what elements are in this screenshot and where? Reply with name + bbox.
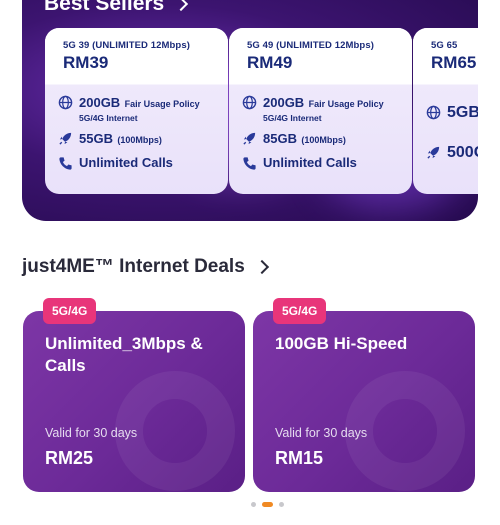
network-label: 5G/4G Internet (79, 113, 138, 123)
deal-title: 100GB Hi-Speed (275, 334, 408, 353)
globe-icon (241, 94, 257, 110)
data-row: 200GB Fair Usage Policy 5G/4G Internet (57, 94, 228, 123)
plan-name: 5G 65 (431, 40, 458, 51)
deal-card-100gb[interactable]: 5G/4G 100GB Hi-Speed Valid for 30 days R… (253, 298, 475, 492)
phone-icon (57, 155, 73, 171)
deals-header[interactable]: just4ME™ Internet Deals (22, 256, 269, 278)
data-amount: 200GB (79, 95, 121, 110)
speed-data: 85GB (263, 131, 297, 146)
calls-label: Unlimited Calls (79, 155, 173, 170)
network-label: 5G/4G Internet (263, 113, 322, 123)
plan-price: RM49 (247, 53, 293, 72)
plan-card-rm49[interactable]: 5G 49 (UNLIMITED 12Mbps) RM49 200GB Fair… (229, 28, 412, 194)
data-row: 200GB Fair Usage Policy 5G/4G Internet (241, 94, 412, 123)
speed-row: 85GB (100Mbps) (241, 130, 412, 148)
deal-validity: Valid for 30 days (275, 426, 368, 440)
plan-name: 5G 39 (UNLIMITED 12Mbps) (63, 40, 190, 51)
deal-price: RM25 (45, 448, 94, 468)
plan-price: RM65 (431, 53, 477, 72)
plan-card-rm65[interactable]: 5G 65 RM65 5GB 500GB (413, 28, 478, 194)
best-sellers-header[interactable]: Best Sellers (44, 0, 189, 16)
plan-name: 5G 49 (UNLIMITED 12Mbps) (247, 40, 374, 51)
rocket-icon (241, 130, 257, 146)
plan-price: RM39 (63, 53, 109, 72)
phone-icon (241, 155, 257, 171)
pager-dot-active[interactable] (262, 502, 273, 507)
fup-label: Fair Usage Policy (308, 99, 384, 109)
globe-icon (425, 104, 441, 120)
speed-data: 500GB (447, 144, 478, 161)
speed-row: 55GB (100Mbps) (57, 130, 228, 148)
network-badge: 5G/4G (273, 298, 327, 324)
speed-row: 500GB (425, 144, 478, 162)
pager-dot[interactable] (251, 502, 256, 507)
speed-data: 55GB (79, 131, 113, 146)
carousel-pager (251, 502, 284, 507)
calls-row: Unlimited Calls (241, 155, 412, 171)
speed-note: (100Mbps) (117, 135, 162, 145)
pager-dot[interactable] (279, 502, 284, 507)
calls-label: Unlimited Calls (263, 155, 357, 170)
chevron-right-icon (254, 259, 269, 275)
data-row: 5GB (425, 104, 478, 122)
globe-icon (57, 94, 73, 110)
deals-title: just4ME™ Internet Deals (22, 256, 245, 277)
best-sellers-banner: Best Sellers 5G 39 (UNLIMITED 12Mbps) RM… (22, 0, 478, 221)
deal-validity: Valid for 30 days (45, 426, 138, 440)
network-badge: 5G/4G (43, 298, 97, 324)
deal-title: Unlimited_3Mbps & Calls (45, 334, 203, 375)
deal-price: RM15 (275, 448, 324, 468)
deal-card-unlimited[interactable]: 5G/4G Unlimited_3Mbps & Calls Valid for … (23, 298, 245, 492)
data-amount: 200GB (263, 95, 305, 110)
data-amount: 5GB (447, 104, 478, 121)
best-sellers-title: Best Sellers (44, 0, 165, 15)
plan-card-rm39[interactable]: 5G 39 (UNLIMITED 12Mbps) RM39 200GB Fair… (45, 28, 228, 194)
calls-row: Unlimited Calls (57, 155, 228, 171)
chevron-right-icon (174, 0, 189, 12)
fup-label: Fair Usage Policy (124, 99, 200, 109)
rocket-icon (57, 130, 73, 146)
rocket-icon (425, 144, 441, 160)
speed-note: (100Mbps) (301, 135, 346, 145)
